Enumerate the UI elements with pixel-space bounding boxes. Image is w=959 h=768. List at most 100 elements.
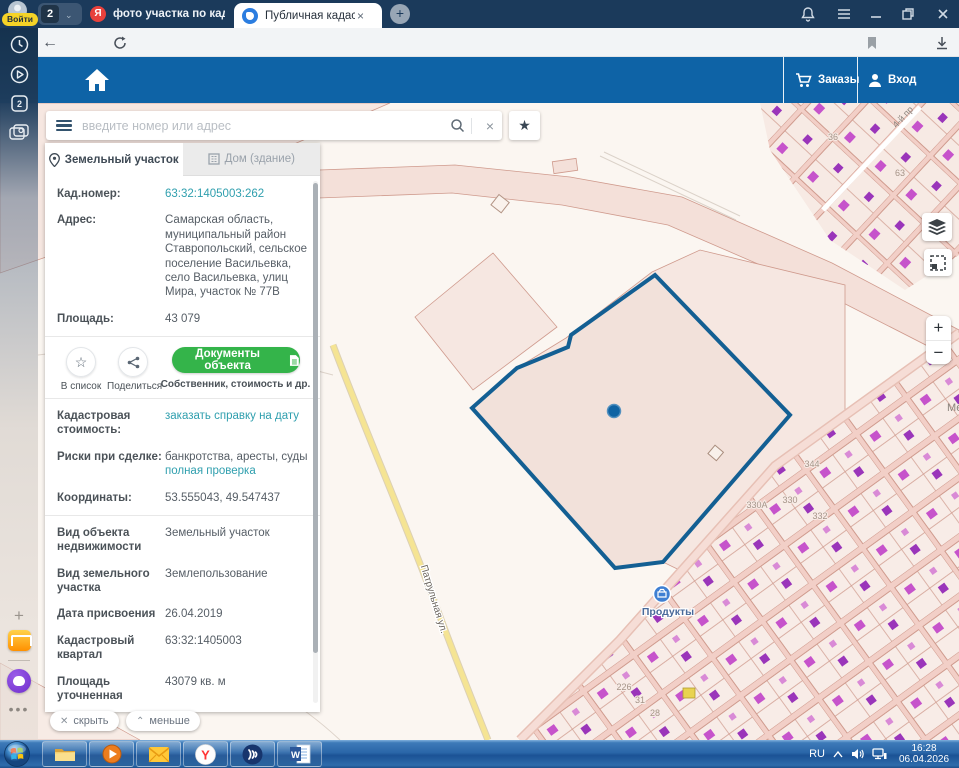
screenshot-icon[interactable] bbox=[0, 124, 38, 141]
windows-start-icon bbox=[4, 741, 30, 767]
minimize-button[interactable] bbox=[868, 6, 886, 22]
collapse-panel-button[interactable]: ⌃ меньше bbox=[126, 711, 200, 731]
full-check-link[interactable]: полная проверка bbox=[165, 465, 256, 477]
parcel-number: 344 bbox=[804, 459, 819, 469]
home-button[interactable] bbox=[78, 61, 116, 99]
panel-divider bbox=[45, 398, 320, 399]
clock[interactable]: 16:28 06.04.2026 bbox=[895, 743, 953, 766]
hidden-icons-chevron[interactable] bbox=[833, 751, 843, 758]
share-icon[interactable] bbox=[118, 347, 148, 377]
tab-close-icon[interactable]: × bbox=[357, 9, 364, 23]
add-to-list-action[interactable]: ☆ В список bbox=[55, 347, 107, 392]
tab-label: Дом (здание) bbox=[225, 153, 295, 165]
parcel-number: 31 bbox=[635, 695, 645, 705]
info-row: Дата присвоения 26.04.2019 bbox=[45, 601, 320, 627]
layers-button[interactable] bbox=[922, 213, 952, 241]
back-button[interactable]: ← bbox=[38, 28, 62, 57]
taskbar-radio-button[interactable] bbox=[230, 741, 275, 767]
panel-divider bbox=[45, 515, 320, 516]
refresh-button[interactable] bbox=[108, 28, 132, 57]
tab-photo-parcel[interactable]: Я фото участка по кадастр bbox=[90, 0, 230, 28]
risks-value: банкротства, аресты, суды bbox=[165, 451, 308, 463]
sidebar-add-icon[interactable]: + bbox=[0, 606, 38, 626]
map-building bbox=[683, 688, 695, 698]
order-certificate-link[interactable]: заказать справку на дату bbox=[165, 409, 312, 438]
row-label: Площадь уточненная bbox=[57, 675, 165, 704]
search-input[interactable] bbox=[82, 119, 450, 133]
tab-cadastral-map-active[interactable]: Публичная кадастров × bbox=[234, 3, 382, 28]
network-icon[interactable] bbox=[872, 748, 887, 760]
tab-counter-value: 2 bbox=[41, 5, 59, 23]
alice-assistant-icon[interactable] bbox=[0, 669, 38, 693]
volume-icon[interactable] bbox=[851, 748, 864, 760]
favorites-button[interactable]: ★ bbox=[509, 111, 540, 140]
taskbar-media-player-button[interactable] bbox=[89, 741, 134, 767]
search-icon[interactable] bbox=[450, 118, 465, 133]
cart-icon bbox=[795, 73, 812, 88]
panel-divider bbox=[45, 336, 320, 337]
cadastral-number-link[interactable]: 63:32:1405003:262 bbox=[165, 187, 312, 201]
folder-icon bbox=[54, 745, 76, 763]
tab-label: Земельный участок bbox=[65, 154, 179, 166]
history-icon[interactable] bbox=[0, 35, 38, 54]
row-value: 43079 кв. м bbox=[165, 675, 312, 704]
zoom-in-button[interactable]: + bbox=[926, 316, 951, 340]
chevron-down-icon[interactable]: ⌄ bbox=[65, 10, 75, 20]
tabs-panel-icon[interactable]: 2 bbox=[0, 95, 38, 112]
new-tab-button[interactable]: + bbox=[390, 4, 410, 24]
login-badge[interactable]: Войти bbox=[2, 13, 38, 26]
zoom-out-button[interactable]: − bbox=[926, 340, 951, 364]
share-action[interactable]: Поделиться bbox=[107, 347, 159, 392]
taskbar-yandex-browser-button[interactable]: Y bbox=[183, 741, 228, 767]
browser-toolbar: ← Я кадастровая-карта.рус Публичная када… bbox=[0, 28, 959, 57]
search-bar: × bbox=[46, 111, 502, 140]
notifications-icon[interactable] bbox=[800, 6, 818, 22]
yandex-mail-icon[interactable] bbox=[0, 630, 38, 651]
row-value: 53.555043, 49.547437 bbox=[165, 491, 312, 505]
restore-button[interactable] bbox=[900, 6, 918, 22]
document-icon bbox=[289, 354, 300, 367]
tab-building[interactable]: Дом (здание) bbox=[183, 143, 321, 176]
start-button[interactable] bbox=[4, 741, 30, 767]
tab-title: фото участка по кадастр bbox=[113, 8, 225, 20]
poi-label: Продукты bbox=[642, 606, 694, 618]
row-label: Вид объекта недвижимости bbox=[57, 526, 165, 555]
row-label: Дата присвоения bbox=[57, 607, 165, 621]
extent-button[interactable] bbox=[924, 249, 952, 276]
browser-menu-icon[interactable] bbox=[836, 6, 854, 22]
action-label: В список bbox=[55, 381, 107, 392]
media-panel-icon[interactable] bbox=[0, 65, 38, 84]
language-indicator[interactable]: RU bbox=[809, 748, 825, 760]
orders-button[interactable]: Заказы bbox=[795, 57, 859, 103]
close-button[interactable] bbox=[935, 6, 953, 22]
row-label: Вид земельного участка bbox=[57, 567, 165, 596]
parcel-number: 332 bbox=[812, 511, 827, 521]
tab-land-parcel[interactable]: Земельный участок bbox=[45, 143, 183, 176]
row-label: Риски при сделке: bbox=[57, 450, 165, 479]
parcel-number: 36 bbox=[828, 132, 838, 142]
hide-panel-button[interactable]: ✕ скрыть bbox=[50, 711, 119, 731]
downloads-button[interactable] bbox=[930, 28, 954, 57]
browser-tab-strip: Войти 2 ⌄ Я фото участка по кадастр Публ… bbox=[0, 0, 959, 28]
login-button[interactable]: Вход bbox=[868, 57, 916, 103]
taskbar-word-button[interactable]: W bbox=[277, 741, 322, 767]
menu-icon[interactable] bbox=[56, 120, 72, 132]
sidebar-more-icon[interactable]: ••• bbox=[0, 701, 38, 717]
row-value: 43 079 bbox=[165, 312, 312, 326]
object-documents-button[interactable]: Документы объекта bbox=[172, 347, 300, 373]
shop-poi-icon[interactable] bbox=[654, 586, 671, 603]
clear-search-icon[interactable]: × bbox=[478, 118, 502, 134]
less-label: меньше bbox=[149, 715, 189, 727]
info-row: Адрес: Самарская область, муниципальный … bbox=[45, 207, 320, 305]
taskbar-explorer-button[interactable] bbox=[42, 741, 87, 767]
word-icon: W bbox=[289, 744, 311, 764]
tab-counter[interactable]: 2 ⌄ bbox=[38, 3, 82, 25]
bookmark-icon[interactable] bbox=[860, 28, 884, 57]
browser-sidebar: 2 + ••• bbox=[0, 28, 38, 740]
scrollbar-thumb[interactable] bbox=[313, 183, 318, 653]
row-label: Адрес: bbox=[57, 213, 165, 299]
building-icon bbox=[208, 153, 220, 165]
person-icon bbox=[868, 73, 882, 88]
star-outline-icon[interactable]: ☆ bbox=[66, 347, 96, 377]
taskbar-mail-button[interactable] bbox=[136, 741, 181, 767]
